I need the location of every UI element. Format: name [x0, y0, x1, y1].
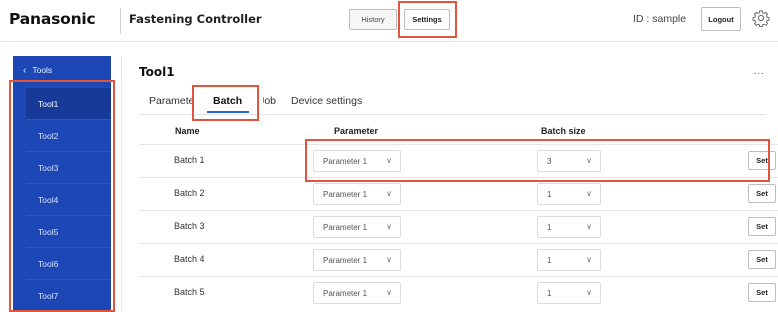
main-panel: Tool1 ... Parameter Batch Job Device set… [121, 56, 778, 312]
top-bar: Panasonic Fastening Controller History S… [0, 0, 778, 42]
batch-size-select[interactable]: 3 ∨ [537, 150, 601, 172]
table-row: Batch 3 Parameter 1 ∨ 1 ∨ Set [139, 210, 778, 242]
app-title: Fastening Controller [129, 12, 262, 26]
sidebar-item-tool7[interactable]: Tool7 [26, 279, 111, 311]
parameter-select[interactable]: Parameter 1 ∨ [313, 150, 401, 172]
tab-batch[interactable]: Batch [213, 95, 242, 107]
page-title: Tool1 [139, 65, 175, 79]
table-row: Batch 4 Parameter 1 ∨ 1 ∨ Set [139, 243, 778, 275]
column-header-batch-size: Batch size [541, 126, 586, 136]
chevron-down-icon: ∨ [586, 255, 592, 264]
batch-name: Batch 5 [174, 287, 205, 297]
set-button[interactable]: Set [748, 250, 776, 269]
set-button[interactable]: Set [748, 283, 776, 302]
chevron-down-icon: ∨ [586, 156, 592, 165]
table-row: Batch 2 Parameter 1 ∨ 1 ∨ Set [139, 177, 778, 209]
parameter-value: Parameter 1 [323, 189, 368, 199]
parameter-select[interactable]: Parameter 1 ∨ [313, 249, 401, 271]
batch-size-select[interactable]: 1 ∨ [537, 249, 601, 271]
chevron-down-icon: ∨ [386, 189, 392, 198]
sidebar-item-tool3[interactable]: Tool3 [26, 151, 111, 183]
batch-size-value: 1 [547, 255, 552, 265]
table-row: Batch 1 Parameter 1 ∨ 3 ∨ Set [139, 144, 778, 176]
set-button[interactable]: Set [748, 217, 776, 236]
history-button[interactable]: History [349, 9, 397, 30]
brand-logo: Panasonic [9, 10, 96, 28]
parameter-select[interactable]: Parameter 1 ∨ [313, 282, 401, 304]
batch-size-value: 3 [547, 156, 552, 166]
tab-job[interactable]: Job [263, 95, 276, 107]
sidebar-item-tool6[interactable]: Tool6 [26, 247, 111, 279]
back-label: Tools [32, 65, 53, 75]
batch-name: Batch 1 [174, 155, 205, 165]
chevron-down-icon: ∨ [586, 288, 592, 297]
tool-sidebar: ‹ Tools Tool1 Tool2 Tool3 Tool4 Tool5 To… [13, 56, 111, 312]
parameter-value: Parameter 1 [323, 222, 368, 232]
batch-size-value: 1 [547, 189, 552, 199]
chevron-down-icon: ∨ [386, 156, 392, 165]
settings-button[interactable]: Settings [404, 9, 450, 30]
parameter-value: Parameter 1 [323, 288, 368, 298]
parameter-value: Parameter 1 [323, 156, 368, 166]
chevron-down-icon: ∨ [586, 189, 592, 198]
batch-name: Batch 3 [174, 221, 205, 231]
parameter-value: Parameter 1 [323, 255, 368, 265]
set-button[interactable]: Set [748, 184, 776, 203]
chevron-down-icon: ∨ [386, 288, 392, 297]
more-menu-icon[interactable]: ... [754, 66, 765, 77]
chevron-down-icon: ∨ [386, 255, 392, 264]
batch-size-select[interactable]: 1 ∨ [537, 216, 601, 238]
chevron-left-icon: ‹ [23, 64, 27, 76]
set-button[interactable]: Set [748, 151, 776, 170]
logout-button[interactable]: Logout [701, 7, 741, 31]
column-header-name: Name [175, 126, 200, 136]
tab-parameter[interactable]: Parameter [149, 95, 193, 107]
batch-name: Batch 4 [174, 254, 205, 264]
parameter-select[interactable]: Parameter 1 ∨ [313, 183, 401, 205]
parameter-select[interactable]: Parameter 1 ∨ [313, 216, 401, 238]
sidebar-item-tool5[interactable]: Tool5 [26, 215, 111, 247]
user-id-label: ID : sample [633, 13, 687, 25]
batch-size-value: 1 [547, 288, 552, 298]
sidebar-item-tool2[interactable]: Tool2 [26, 119, 111, 151]
tabs-divider [139, 114, 766, 115]
header-divider [120, 8, 121, 34]
active-tab-indicator [207, 111, 249, 113]
table-row: Batch 5 Parameter 1 ∨ 1 ∨ Set [139, 276, 778, 308]
chevron-down-icon: ∨ [386, 222, 392, 231]
sidebar-item-tool4[interactable]: Tool4 [26, 183, 111, 215]
column-header-parameter: Parameter [334, 126, 379, 136]
batch-size-value: 1 [547, 222, 552, 232]
batch-size-select[interactable]: 1 ∨ [537, 183, 601, 205]
sidebar-item-tool1[interactable]: Tool1 [26, 87, 111, 119]
batch-name: Batch 2 [174, 188, 205, 198]
gear-icon[interactable] [752, 9, 770, 27]
batch-size-select[interactable]: 1 ∨ [537, 282, 601, 304]
back-to-tools-link[interactable]: ‹ Tools [13, 56, 111, 84]
tab-device-settings[interactable]: Device settings [291, 95, 362, 107]
chevron-down-icon: ∨ [586, 222, 592, 231]
